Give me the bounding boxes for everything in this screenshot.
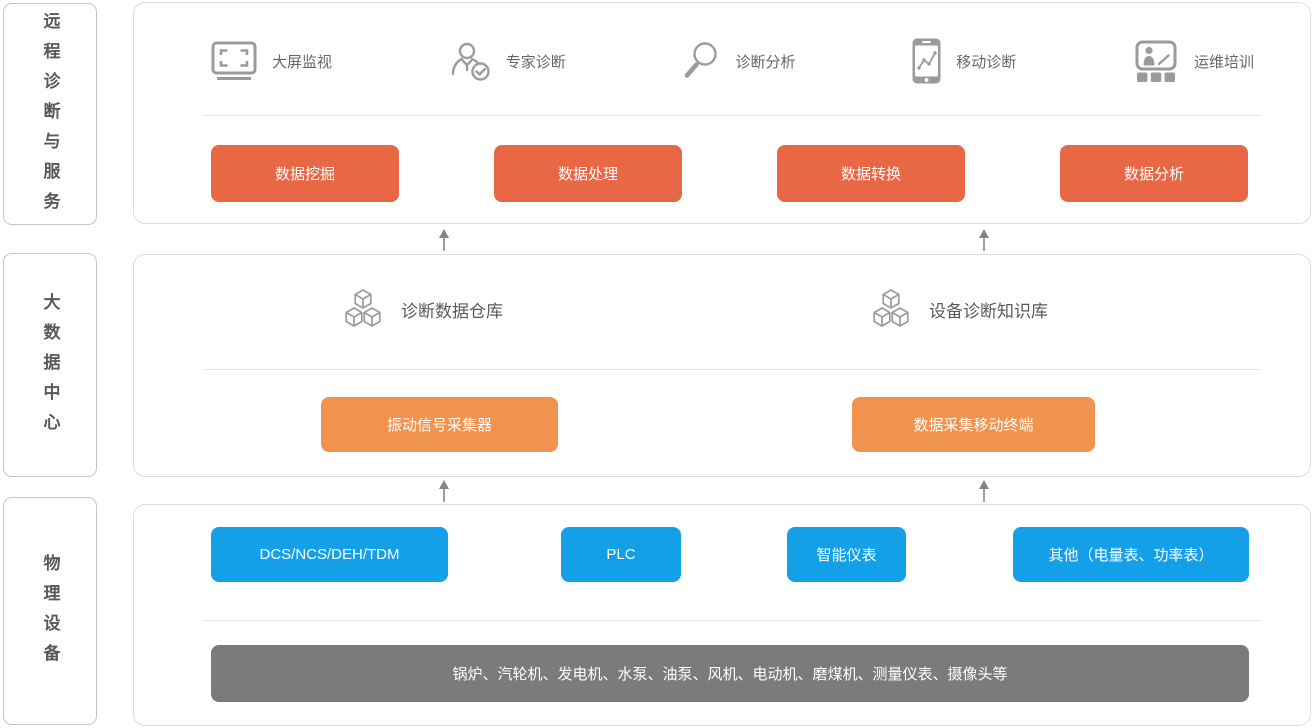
feature-diagnosis-analysis: 诊断分析	[682, 41, 795, 81]
up-arrow-icon	[977, 479, 991, 503]
up-arrow-icon	[437, 228, 451, 252]
devices-list-bar: 锅炉、汽轮机、发电机、水泵、油泵、风机、电动机、磨煤机、测量仪表、摄像头等	[211, 645, 1249, 702]
divider	[203, 369, 1260, 370]
feature-operation-training: 运维培训	[1133, 40, 1254, 82]
dcs-ncs-deh-tdm-button[interactable]: DCS/NCS/DEH/TDM	[211, 527, 448, 582]
physical-equipment-panel: DCS/NCS/DEH/TDM PLC 智能仪表 其他（电量表、功率表） 锅炉、…	[133, 504, 1311, 726]
feature-screen-monitoring: 大屏监视	[211, 41, 332, 81]
cubes-icon	[341, 288, 385, 330]
magnifier-icon	[682, 41, 720, 81]
feature-label: 诊断分析	[735, 51, 795, 72]
plc-button[interactable]: PLC	[561, 527, 681, 582]
data-analysis-button[interactable]: 数据分析	[1060, 145, 1248, 202]
cubes-icon	[869, 288, 913, 330]
sidebar-remote-diagnosis-service: 远程诊断与服务	[3, 3, 97, 225]
store-label: 诊断数据仓库	[401, 297, 503, 322]
diagnosis-data-warehouse: 诊断数据仓库	[341, 285, 503, 333]
data-conversion-button[interactable]: 数据转换	[777, 145, 965, 202]
expert-check-icon	[449, 40, 491, 82]
feature-label: 专家诊断	[506, 51, 566, 72]
smart-instruments-button[interactable]: 智能仪表	[787, 527, 906, 582]
remote-diagnosis-service-panel: 大屏监视 专家诊断	[133, 2, 1311, 224]
sidebar-label: 远程诊断与服务	[42, 6, 59, 222]
store-label: 设备诊断知识库	[929, 297, 1048, 322]
other-meters-button[interactable]: 其他（电量表、功率表）	[1013, 527, 1249, 582]
feature-row: 大屏监视 专家诊断	[211, 31, 1254, 91]
feature-label: 移动诊断	[956, 51, 1016, 72]
sidebar-physical-equipment: 物理设备	[3, 497, 97, 725]
feature-label: 大屏监视	[272, 51, 332, 72]
divider	[203, 115, 1260, 116]
divider	[203, 620, 1260, 621]
sidebar-big-data-center: 大数据中心	[3, 253, 97, 477]
equipment-diagnosis-knowledge-base: 设备诊断知识库	[869, 285, 1048, 333]
vibration-signal-collector-button[interactable]: 振动信号采集器	[321, 397, 558, 452]
screen-monitor-icon	[211, 41, 257, 81]
big-data-center-panel: 诊断数据仓库 设备诊断知识库 振动信号采集器 数据采集移动终端	[133, 254, 1311, 477]
sidebar-label: 大数据中心	[42, 287, 59, 443]
sidebar-label: 物理设备	[42, 548, 59, 674]
data-processing-button[interactable]: 数据处理	[494, 145, 682, 202]
mobile-chart-icon	[912, 38, 941, 84]
data-mining-button[interactable]: 数据挖掘	[211, 145, 399, 202]
up-arrow-icon	[437, 479, 451, 503]
training-icon	[1133, 40, 1179, 82]
up-arrow-icon	[977, 228, 991, 252]
architecture-diagram: 远程诊断与服务 大屏监视	[0, 0, 1316, 728]
data-collection-mobile-terminal-button[interactable]: 数据采集移动终端	[852, 397, 1095, 452]
feature-expert-diagnosis: 专家诊断	[449, 40, 566, 82]
feature-label: 运维培训	[1194, 51, 1254, 72]
feature-mobile-diagnosis: 移动诊断	[912, 38, 1016, 84]
